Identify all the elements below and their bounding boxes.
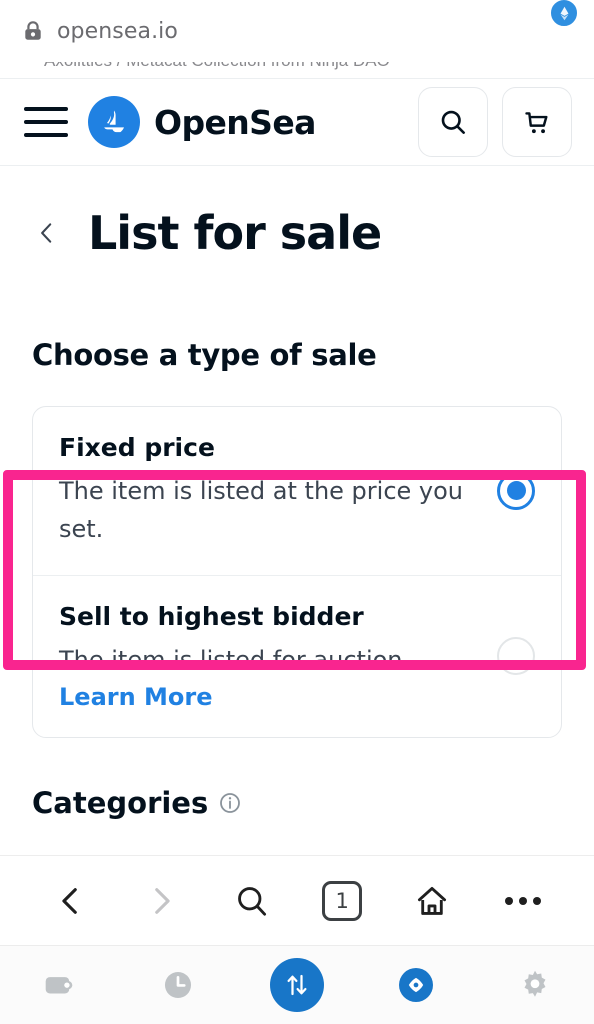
hamburger-bar [24, 120, 68, 124]
hamburger-bar [24, 107, 68, 111]
search-icon [237, 886, 266, 916]
swap-arrows-icon [269, 958, 324, 1012]
app-tab-bar [0, 945, 594, 1024]
tab-settings[interactable] [500, 954, 570, 1016]
chevron-left-icon [62, 887, 77, 914]
nav-home-button[interactable] [400, 869, 464, 933]
brand-name: OpenSea [154, 102, 316, 142]
page-viewport: Axolittles / Metacat Collection from Nin… [0, 62, 594, 855]
cart-button[interactable] [502, 87, 572, 157]
wallet-icon [46, 977, 73, 994]
opensea-sailboat-logo-icon [88, 96, 140, 148]
section-title: Choose a type of sale [32, 338, 377, 372]
search-button[interactable] [418, 87, 488, 157]
mobile-browser-screen: opensea.io Axolittles / Metacat Collecti… [0, 0, 594, 1024]
more-dots-icon [504, 896, 541, 905]
option-text: Fixed price The item is listed at the pr… [59, 433, 497, 549]
chevron-right-icon [155, 887, 171, 914]
option-text: Sell to highest bidder The item is liste… [59, 602, 497, 711]
home-icon [418, 886, 447, 915]
categories-section-title: Categories [32, 786, 562, 820]
dot [532, 896, 541, 905]
lock-icon [22, 19, 44, 43]
radio-highest-bidder[interactable] [497, 637, 535, 676]
nav-search-button[interactable] [220, 869, 284, 933]
ethereum-badge-icon [549, 0, 579, 28]
hamburger-menu-icon[interactable] [24, 107, 68, 137]
option-title: Sell to highest bidder [59, 601, 364, 631]
nav-forward-button [129, 869, 193, 933]
compass-icon [398, 968, 433, 1002]
search-icon [441, 110, 465, 134]
cut-off-breadcrumb-strip: Axolittles / Metacat Collection from Nin… [0, 62, 594, 78]
sale-type-option-fixed-price[interactable]: Fixed price The item is listed at the pr… [33, 407, 561, 575]
sale-type-options: Fixed price The item is listed at the pr… [32, 406, 562, 739]
cart-icon [524, 111, 548, 133]
page-title-row: List for sale [32, 206, 562, 260]
dot [504, 896, 513, 905]
tab-swap[interactable] [262, 954, 332, 1016]
nav-more-button[interactable] [491, 869, 555, 933]
option-title: Fixed price [59, 433, 215, 462]
tab-count-badge: 1 [322, 880, 363, 921]
tab-wallet[interactable] [24, 954, 94, 1016]
nav-tabs-button[interactable]: 1 [310, 869, 374, 933]
browser-navigation-bar: 1 [0, 855, 594, 945]
tab-history[interactable] [143, 954, 213, 1016]
page-title: List for sale [88, 206, 382, 260]
sale-type-option-highest-bidder[interactable]: Sell to highest bidder The item is liste… [33, 574, 561, 737]
avatar[interactable] [518, 0, 579, 60]
gear-icon [524, 970, 546, 997]
nav-back-button[interactable] [39, 869, 103, 933]
breadcrumb: Axolittles / Metacat Collection from Nin… [44, 62, 390, 71]
radio-fixed-price[interactable] [497, 471, 535, 510]
learn-more-link[interactable]: Learn More [59, 683, 213, 711]
option-description: The item is listed for auction. [59, 645, 411, 674]
browser-url-bar[interactable]: opensea.io [0, 0, 594, 62]
back-chevron-icon[interactable] [32, 220, 62, 246]
clock-icon [165, 971, 192, 999]
option-description: The item is listed at the price you set. [59, 477, 464, 544]
opensea-site-header: OpenSea [0, 78, 594, 166]
categories-label: Categories [32, 786, 209, 821]
hamburger-bar [24, 133, 68, 137]
tab-browser[interactable] [381, 954, 451, 1016]
main-content: List for sale Choose a type of sale Fixe… [0, 206, 594, 820]
brand-logo-link[interactable]: OpenSea [88, 96, 316, 148]
url-text: opensea.io [57, 18, 178, 44]
info-icon [220, 793, 241, 814]
dot [518, 896, 527, 905]
